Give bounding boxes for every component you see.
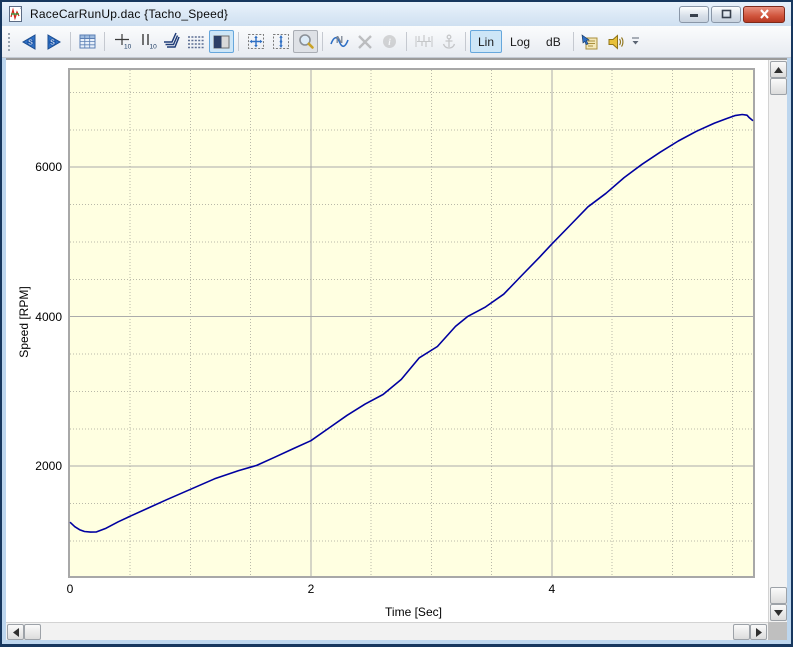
export-button[interactable] bbox=[578, 30, 603, 53]
signal-document-icon bbox=[8, 6, 24, 22]
delete-curve-button bbox=[352, 30, 377, 53]
split-view-icon bbox=[213, 35, 230, 49]
fit-vertical-icon bbox=[272, 33, 290, 50]
data-grid-icon bbox=[79, 34, 96, 49]
minimize-icon bbox=[689, 10, 699, 19]
toolbar-gripper[interactable] bbox=[8, 33, 11, 51]
prev-signal-button[interactable]: S bbox=[16, 30, 41, 53]
restore-button[interactable] bbox=[711, 6, 741, 23]
single-cursor-button[interactable]: 10 bbox=[109, 30, 134, 53]
fit-curve-icon: N bbox=[330, 34, 349, 49]
scroll-left-button[interactable] bbox=[7, 624, 24, 640]
down-arrow-icon bbox=[774, 610, 783, 616]
linear-scale-button[interactable]: Lin bbox=[470, 30, 502, 53]
y-tick-label: 2000 bbox=[6, 459, 62, 473]
up-arrow-icon bbox=[774, 67, 783, 73]
left-arrow-icon bbox=[13, 628, 19, 637]
scrollbar-corner bbox=[768, 622, 787, 640]
title-bar[interactable]: RaceCarRunUp.dac {Tacho_Speed} bbox=[2, 2, 791, 26]
dashed-spectrum-lines-button[interactable] bbox=[184, 30, 209, 53]
horizontal-scroll-thumb[interactable] bbox=[24, 624, 41, 640]
fit-horizontal-icon bbox=[247, 33, 265, 50]
info-icon: i bbox=[382, 34, 397, 49]
horizontal-scroll-page-button[interactable] bbox=[733, 624, 750, 640]
toolbar-separator bbox=[322, 32, 323, 51]
svg-text:S: S bbox=[28, 39, 33, 46]
svg-text:N: N bbox=[336, 35, 343, 46]
fit-vertical-button[interactable] bbox=[268, 30, 293, 53]
restore-icon bbox=[721, 9, 732, 19]
toolbar-separator bbox=[465, 32, 466, 51]
svg-text:10: 10 bbox=[149, 44, 157, 51]
vertical-scroll-thumb[interactable] bbox=[770, 78, 787, 95]
chart-pane[interactable]: Speed [RPM] 200040006000 024 Time [Sec] bbox=[6, 60, 768, 622]
marker-wave-icon bbox=[415, 34, 433, 49]
horizontal-scroll-track[interactable] bbox=[41, 623, 733, 640]
y-tick-label: 6000 bbox=[6, 160, 62, 174]
cascade-layers-button[interactable] bbox=[159, 30, 184, 53]
single-cursor-10-icon: 10 bbox=[113, 33, 131, 50]
anchor-button bbox=[436, 30, 461, 53]
fit-horizontal-button[interactable] bbox=[243, 30, 268, 53]
vertical-scroll-track[interactable] bbox=[769, 95, 787, 587]
vertical-scroll-page-button[interactable] bbox=[770, 587, 787, 604]
log-scale-button[interactable]: Log bbox=[502, 30, 538, 53]
split-view-button[interactable] bbox=[209, 30, 234, 53]
horizontal-scrollbar[interactable] bbox=[6, 622, 768, 640]
svg-text:10: 10 bbox=[124, 44, 132, 51]
prev-signal-icon: S bbox=[20, 34, 38, 50]
window-frame: RaceCarRunUp.dac {Tacho_Speed} bbox=[2, 2, 791, 644]
next-signal-icon: S bbox=[45, 34, 63, 50]
toolbar-separator bbox=[70, 32, 71, 51]
info-button: i bbox=[377, 30, 402, 53]
toolbar-separator bbox=[406, 32, 407, 51]
scroll-right-button[interactable] bbox=[750, 624, 767, 640]
dashed-spectrum-lines-icon bbox=[187, 35, 206, 49]
scroll-up-button[interactable] bbox=[770, 61, 787, 78]
delete-curve-icon bbox=[357, 35, 373, 49]
toolbar-separator bbox=[238, 32, 239, 51]
x-axis-title: Time [Sec] bbox=[70, 605, 757, 619]
export-icon bbox=[581, 34, 599, 50]
toolbar-separator bbox=[104, 32, 105, 51]
dual-cursor-10-icon: 10 bbox=[138, 33, 156, 50]
chart-client-area: Speed [RPM] 200040006000 024 Time [Sec] bbox=[6, 58, 787, 640]
minimize-button[interactable] bbox=[679, 6, 709, 23]
anchor-icon bbox=[441, 34, 457, 50]
sound-playback-button[interactable] bbox=[603, 30, 628, 53]
plot-area[interactable] bbox=[68, 68, 755, 578]
close-icon bbox=[759, 9, 770, 19]
main-toolbar: S S bbox=[2, 26, 791, 58]
next-signal-button[interactable]: S bbox=[41, 30, 66, 53]
toolbar-overflow-button[interactable] bbox=[630, 31, 641, 53]
fit-curve-button[interactable]: N bbox=[327, 30, 352, 53]
close-button[interactable] bbox=[743, 6, 785, 23]
vertical-scrollbar[interactable] bbox=[768, 60, 787, 622]
svg-text:S: S bbox=[50, 39, 55, 46]
x-tick-label: 4 bbox=[548, 582, 555, 596]
zoom-lens-icon bbox=[297, 33, 315, 50]
speed-curve-plot bbox=[70, 70, 753, 576]
marker-wave-button bbox=[411, 30, 436, 53]
data-grid-button[interactable] bbox=[75, 30, 100, 53]
chevron-down-icon bbox=[631, 37, 640, 46]
zoom-lens-button[interactable] bbox=[293, 30, 318, 53]
right-arrow-icon bbox=[756, 628, 762, 637]
db-scale-button[interactable]: dB bbox=[538, 30, 569, 53]
toolbar-separator bbox=[573, 32, 574, 51]
cascade-layers-icon bbox=[163, 34, 181, 50]
window-title: RaceCarRunUp.dac {Tacho_Speed} bbox=[30, 7, 228, 21]
y-tick-label: 4000 bbox=[6, 310, 62, 324]
dual-cursor-button[interactable]: 10 bbox=[134, 30, 159, 53]
app-window: RaceCarRunUp.dac {Tacho_Speed} bbox=[0, 0, 793, 647]
x-tick-label: 2 bbox=[308, 582, 315, 596]
scroll-down-button[interactable] bbox=[770, 604, 787, 621]
x-tick-label: 0 bbox=[67, 582, 74, 596]
speaker-icon bbox=[607, 34, 624, 50]
